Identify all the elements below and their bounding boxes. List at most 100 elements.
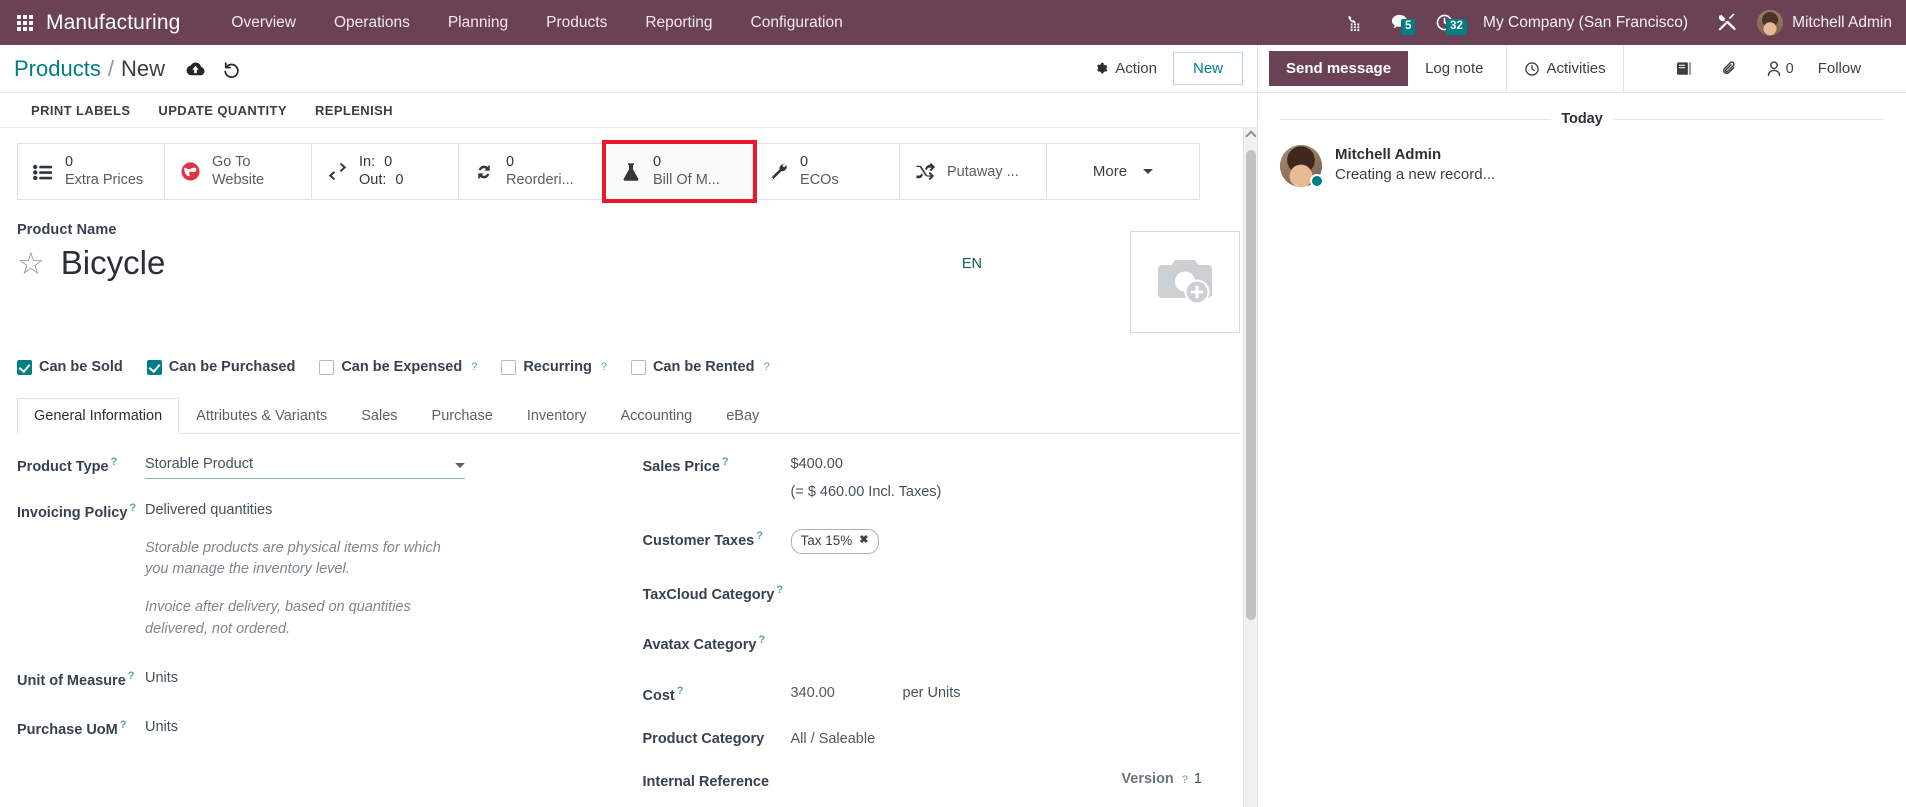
checkbox-recurring[interactable]: Recurring ? <box>501 359 607 375</box>
paperclip-icon[interactable] <box>1707 54 1752 83</box>
checkbox-can-be-expensed[interactable]: Can be Expensed ? <box>319 359 477 375</box>
shuffle-icon <box>912 162 938 181</box>
language-badge[interactable]: EN <box>962 256 982 272</box>
help-tooltip-icon[interactable]: ? <box>776 584 783 596</box>
internal-reference-value[interactable] <box>791 771 1122 773</box>
checkbox-box[interactable] <box>501 359 517 375</box>
product-type-select[interactable]: Storable Product <box>145 455 465 479</box>
send-message-button[interactable]: Send message <box>1269 51 1409 86</box>
checkbox-can-be-purchased[interactable]: Can be Purchased <box>146 359 295 375</box>
activities-counter[interactable]: 32 <box>1422 13 1467 35</box>
checkbox-can-be-rented[interactable]: Can be Rented ? <box>630 359 770 375</box>
help-tooltip-icon[interactable]: ? <box>128 670 135 682</box>
scrollbar-thumb[interactable] <box>1246 150 1256 620</box>
help-tooltip-icon[interactable]: ? <box>1182 774 1188 786</box>
help-tooltip-icon[interactable]: ? <box>111 456 118 468</box>
menu-operations[interactable]: Operations <box>315 2 429 44</box>
help-tooltip-icon[interactable]: ? <box>763 361 769 373</box>
x-icon[interactable]: ✖ <box>859 533 868 548</box>
help-tooltip-icon[interactable]: ? <box>601 361 607 373</box>
menu-overview[interactable]: Overview <box>212 2 315 44</box>
avatax-category-value[interactable] <box>791 631 1241 633</box>
wrench-screwdriver-icon[interactable] <box>1704 12 1751 33</box>
smart-button-in-out[interactable]: In: 0 Out: 0 <box>312 144 459 200</box>
app-name[interactable]: Manufacturing <box>46 11 180 35</box>
new-button[interactable]: New <box>1172 52 1243 85</box>
menu-configuration[interactable]: Configuration <box>732 2 862 44</box>
product-image-upload[interactable] <box>1130 231 1240 334</box>
book-icon[interactable] <box>1662 55 1707 82</box>
in-value: 0 <box>384 154 393 170</box>
follow-button[interactable]: Follow <box>1808 54 1871 83</box>
checkbox-box[interactable] <box>630 359 646 375</box>
help-tooltip-icon[interactable]: ? <box>677 685 684 697</box>
tab-accounting[interactable]: Accounting <box>603 398 709 434</box>
user-menu[interactable]: Mitchell Admin <box>1751 9 1906 36</box>
menu-reporting[interactable]: Reporting <box>626 2 731 44</box>
checkbox-box[interactable] <box>146 359 162 375</box>
action-label: Action <box>1115 60 1157 77</box>
phone-keypad-icon[interactable] <box>1332 13 1377 32</box>
help-tooltip-icon[interactable]: ? <box>129 502 136 514</box>
scroll-up-arrow-icon[interactable] <box>1245 130 1257 142</box>
smart-button-reordering-rules[interactable]: 0 Reorderi... <box>459 144 606 200</box>
tab-general-information[interactable]: General Information <box>17 398 180 435</box>
log-note-button[interactable]: Log note <box>1408 51 1500 86</box>
smart-button-ecos[interactable]: 0 ECOs <box>753 144 900 200</box>
cloud-upload-icon[interactable] <box>186 61 205 76</box>
sales-price-value[interactable]: $400.00 <box>791 455 1241 475</box>
version-value[interactable]: 1 <box>1194 771 1202 787</box>
smart-button-go-to-website[interactable]: Go To Website <box>165 144 312 200</box>
apps-grid-icon[interactable] <box>17 14 33 31</box>
help-tooltip-icon[interactable]: ? <box>722 456 729 468</box>
smart-button-value: 0 <box>506 154 515 170</box>
update-quantity-button[interactable]: UPDATE QUANTITY <box>144 97 301 124</box>
replenish-button[interactable]: REPLENISH <box>301 97 407 124</box>
help-tooltip-icon[interactable]: ? <box>120 719 127 731</box>
tab-attributes-variants[interactable]: Attributes & Variants <box>179 398 344 434</box>
taxcloud-category-value[interactable] <box>791 581 1241 583</box>
help-tooltip-icon[interactable]: ? <box>756 530 763 542</box>
message-text: Creating a new record... <box>1335 166 1496 183</box>
separator-line-left <box>1280 118 1552 120</box>
cost-value[interactable]: 340.00 <box>791 684 903 704</box>
form-scrollbar[interactable] <box>1243 128 1257 807</box>
help-tooltip-icon[interactable]: ? <box>758 634 765 646</box>
tab-ebay[interactable]: eBay <box>709 398 776 434</box>
help-tooltip-icon[interactable]: ? <box>471 361 477 373</box>
purchase-uom-value[interactable]: Units <box>145 716 629 738</box>
out-label: Out: <box>359 171 387 188</box>
followers-counter[interactable]: 0 <box>1752 54 1808 83</box>
field-label: Internal Reference <box>642 774 770 791</box>
messages-counter[interactable]: 5 <box>1377 13 1422 35</box>
checkbox-box[interactable] <box>319 359 335 375</box>
product-name-input[interactable]: Bicycle <box>61 245 166 282</box>
breadcrumb-products[interactable]: Products <box>14 56 101 82</box>
customer-tax-tag[interactable]: Tax 15% ✖ <box>790 528 879 554</box>
activities-button[interactable]: Activities <box>1506 45 1624 92</box>
smart-button-box: 0 Extra Prices Go To Website In: 0 Out: … <box>17 139 1200 204</box>
tab-sales[interactable]: Sales <box>344 398 414 434</box>
smart-button-bill-of-materials[interactable]: 0 Bill Of M... <box>602 139 757 204</box>
field-label: Unit of Measure? <box>17 669 135 689</box>
menu-products[interactable]: Products <box>527 2 626 44</box>
field-cost: Cost? 340.00 per Units <box>643 682 1241 706</box>
star-outline-icon[interactable]: ☆ <box>17 248 45 279</box>
menu-planning[interactable]: Planning <box>429 2 527 44</box>
checkbox-box[interactable] <box>17 359 32 375</box>
smart-button-label: Bill Of M... <box>653 171 720 188</box>
smart-button-label: Putaway ... <box>947 163 1019 180</box>
smart-button-extra-prices[interactable]: 0 Extra Prices <box>18 144 165 200</box>
checkbox-can-be-sold[interactable]: Can be Sold <box>17 359 123 375</box>
tab-purchase[interactable]: Purchase <box>415 398 510 434</box>
print-labels-button[interactable]: PRINT LABELS <box>17 97 144 124</box>
product-category-value[interactable]: All / Saleable <box>791 728 1241 750</box>
field-internal-reference: Internal Reference Version? 1 <box>643 771 1241 792</box>
smart-button-putaway-rules[interactable]: Putaway ... <box>900 144 1047 200</box>
tab-inventory[interactable]: Inventory <box>510 398 604 434</box>
unit-of-measure-value[interactable]: Units <box>145 667 629 689</box>
company-selector[interactable]: My Company (San Francisco) <box>1467 14 1704 32</box>
action-button[interactable]: Action <box>1084 54 1167 83</box>
smart-button-more[interactable]: More <box>1047 144 1199 200</box>
undo-icon[interactable] <box>223 60 241 78</box>
